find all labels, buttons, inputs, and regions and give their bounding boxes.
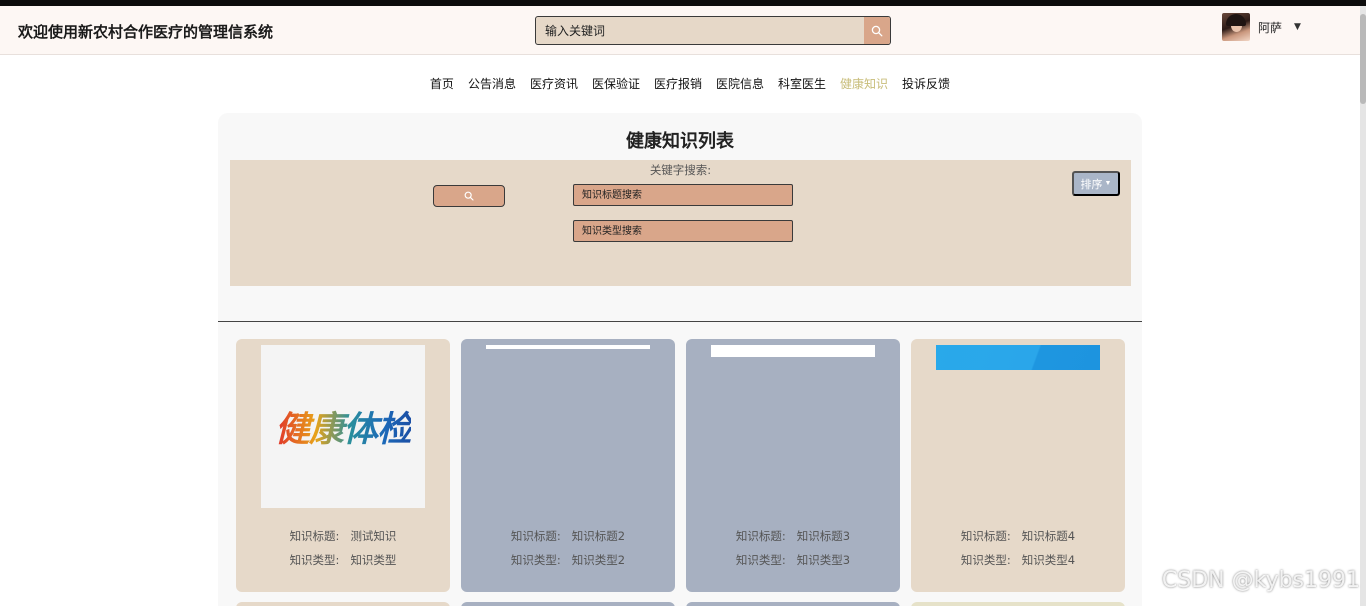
card-type: 知识类型2	[571, 553, 626, 567]
chevron-down-icon: ▼	[1104, 180, 1112, 187]
site-title: 欢迎使用新农村合作医疗的管理信系统	[18, 23, 274, 41]
site-header: 欢迎使用新农村合作医疗的管理信系统 阿萨 ▼	[0, 6, 1366, 55]
scrollbar-thumb[interactable]	[1360, 14, 1366, 104]
nav-item-medical-news[interactable]: 医疗资讯	[530, 75, 578, 92]
next-row-card-peek	[686, 602, 900, 606]
search-icon	[871, 25, 883, 36]
nav-item-doctors[interactable]: 科室医生	[778, 75, 826, 92]
card-type: 知识类型	[350, 553, 397, 567]
username[interactable]: 阿萨	[1258, 19, 1282, 36]
nav-item-health-knowledge[interactable]: 健康知识	[840, 75, 888, 92]
watermark: CSDN @kybs1991	[1161, 568, 1360, 593]
knowledge-card[interactable]: 知识标题: 知识标题3 知识类型: 知识类型3	[686, 339, 900, 592]
nav-item-reimbursement[interactable]: 医疗报销	[654, 75, 702, 92]
sort-button[interactable]: 排序 ▼	[1072, 171, 1120, 196]
page-title: 健康知识列表	[626, 131, 734, 152]
header-search	[535, 16, 891, 45]
page-scrollbar[interactable]	[1360, 6, 1366, 606]
section-divider	[218, 321, 1142, 322]
nav-item-hospital-info[interactable]: 医院信息	[716, 75, 764, 92]
knowledge-card[interactable]: 知识标题: 知识标题2 知识类型: 知识类型2	[461, 339, 675, 592]
knowledge-card[interactable]: 健康体检 知识标题: 测试知识 知识类型: 知识类型	[236, 339, 450, 592]
type-search-input[interactable]	[573, 220, 793, 242]
card-title: 知识标题2	[571, 529, 626, 543]
title-search-input[interactable]	[573, 184, 793, 206]
card-title: 知识标题4	[1021, 529, 1076, 543]
filter-box: 关键字搜索: 排序 ▼	[230, 160, 1131, 286]
card-type-row: 知识类型: 知识类型	[289, 553, 397, 567]
keyword-search-label: 关键字搜索:	[649, 163, 712, 177]
card-type: 知识类型4	[1021, 553, 1076, 567]
nav-item-announcements[interactable]: 公告消息	[468, 75, 516, 92]
nav-item-home[interactable]: 首页	[430, 75, 454, 92]
header-search-button[interactable]	[864, 17, 890, 44]
search-icon	[464, 191, 474, 201]
main-nav: 首页 公告消息 医疗资讯 医保验证 医疗报销 医院信息 科室医生 健康知识 投诉…	[0, 75, 1366, 92]
next-row-card-peek	[461, 602, 675, 606]
card-title: 测试知识	[350, 529, 397, 543]
header-search-input[interactable]	[536, 17, 864, 44]
next-row-card-peek	[236, 602, 450, 606]
card-image[interactable]	[936, 345, 1100, 370]
card-image[interactable]	[486, 345, 650, 349]
next-row-card-peek	[911, 602, 1125, 606]
chevron-down-icon[interactable]: ▼	[1294, 22, 1301, 32]
card-title-row: 知识标题: 知识标题4	[960, 529, 1076, 543]
card-type-row: 知识类型: 知识类型4	[960, 553, 1076, 567]
card-image-text: 健康体检	[275, 401, 412, 452]
card-type: 知识类型3	[796, 553, 851, 567]
card-type-row: 知识类型: 知识类型2	[510, 553, 626, 567]
sort-button-label: 排序	[1080, 178, 1103, 191]
card-title-row: 知识标题: 知识标题3	[735, 529, 851, 543]
user-menu[interactable]: 阿萨 ▼	[1222, 12, 1301, 42]
filter-search-button[interactable]	[433, 185, 505, 207]
nav-item-insurance-verify[interactable]: 医保验证	[592, 75, 640, 92]
card-title: 知识标题3	[796, 529, 851, 543]
avatar[interactable]	[1222, 13, 1250, 41]
card-image[interactable]	[711, 345, 875, 357]
card-type-row: 知识类型: 知识类型3	[735, 553, 851, 567]
card-title-row: 知识标题: 测试知识	[289, 529, 397, 543]
knowledge-card[interactable]: 知识标题: 知识标题4 知识类型: 知识类型4	[911, 339, 1125, 592]
nav-item-complaints[interactable]: 投诉反馈	[902, 75, 950, 92]
card-title-row: 知识标题: 知识标题2	[510, 529, 626, 543]
card-image[interactable]: 健康体检	[261, 345, 425, 508]
